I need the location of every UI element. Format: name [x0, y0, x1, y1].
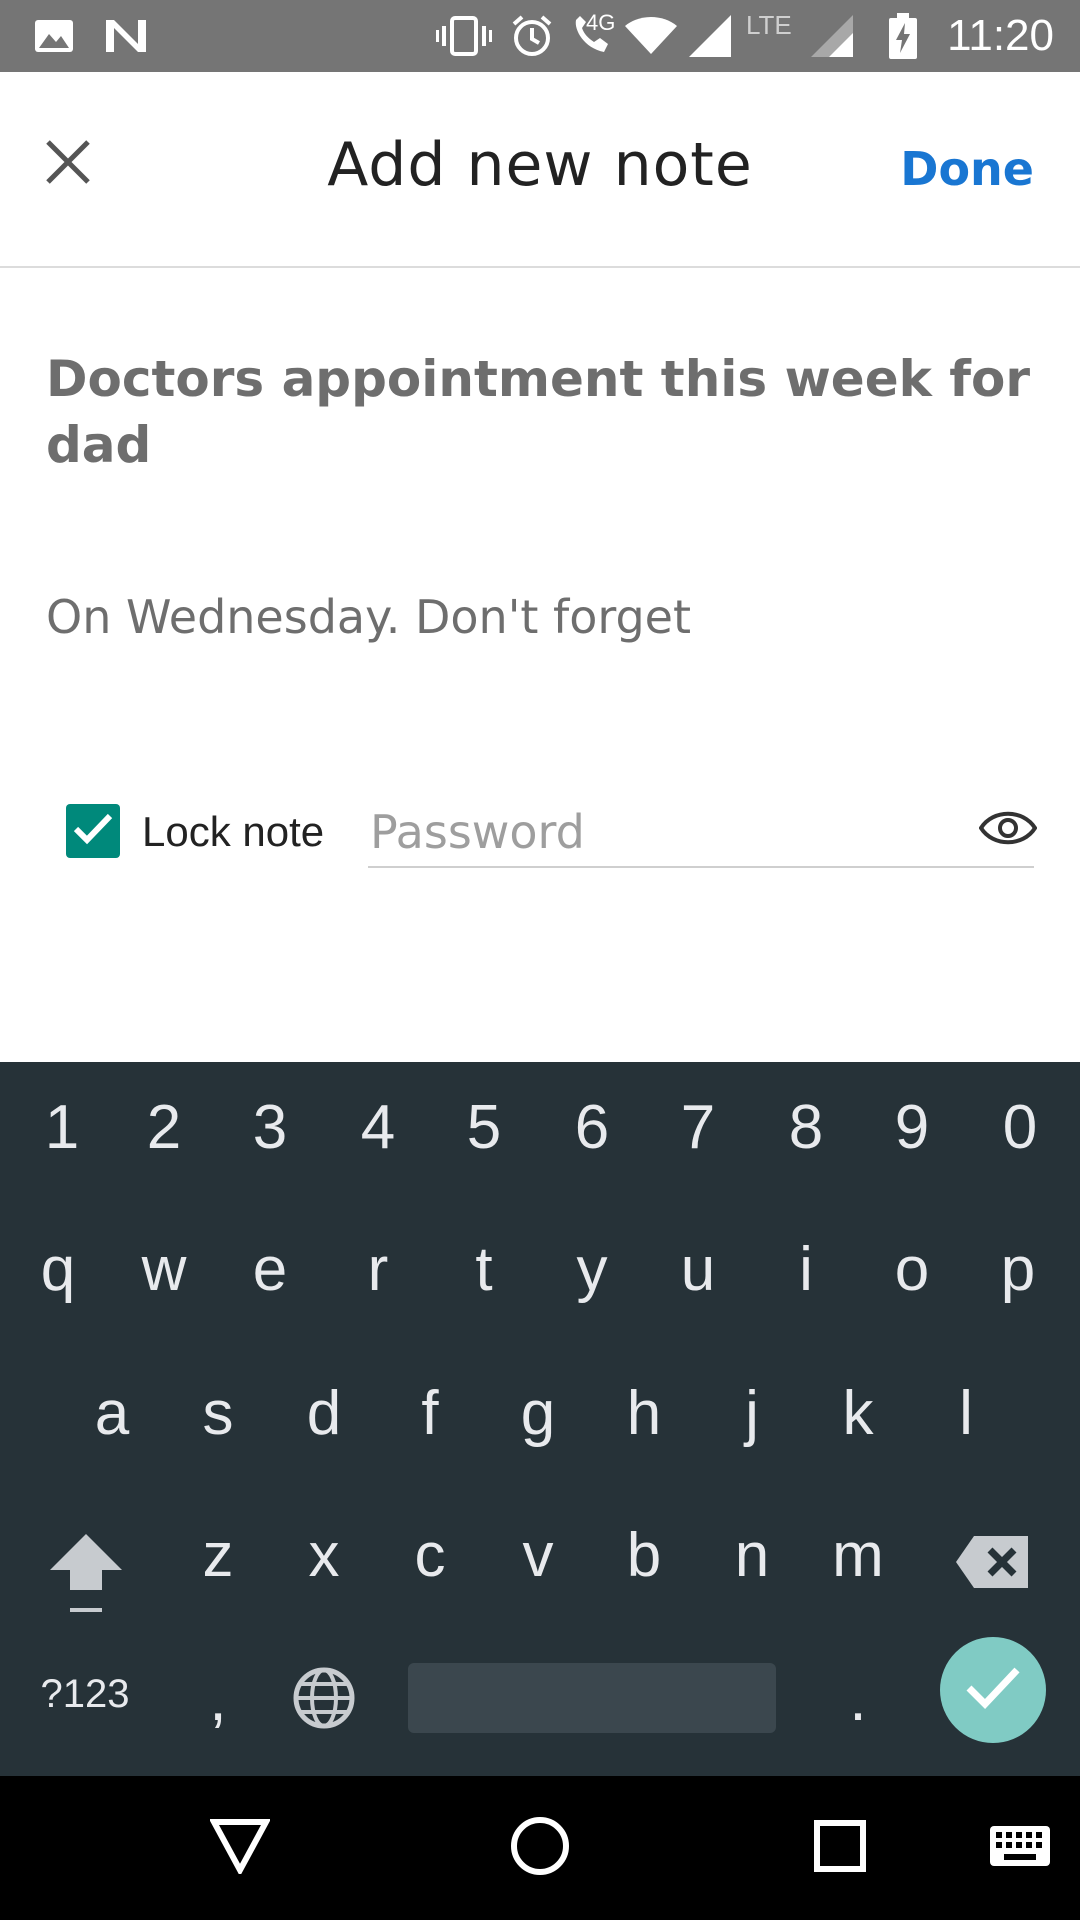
app-bar: Add new note Done — [0, 72, 1080, 268]
key-0[interactable]: 0 — [972, 1092, 1068, 1163]
key-r[interactable]: r — [330, 1234, 426, 1305]
key-s[interactable]: s — [170, 1378, 266, 1449]
key-i[interactable]: i — [758, 1234, 854, 1305]
note-title-field[interactable]: Doctors appointment this week for dad — [46, 346, 1036, 478]
back-icon — [208, 1818, 272, 1878]
recents-icon — [814, 1820, 866, 1876]
key-q[interactable]: q — [10, 1234, 106, 1305]
check-icon — [73, 812, 113, 850]
key-p[interactable]: p — [970, 1234, 1066, 1305]
key-u[interactable]: u — [650, 1234, 746, 1305]
space-key[interactable] — [408, 1663, 776, 1733]
clock: 11:20 — [947, 11, 1054, 60]
network-label: 4G — [586, 10, 616, 35]
lte-signal-icon — [810, 0, 854, 72]
key-9[interactable]: 9 — [864, 1092, 960, 1163]
key-x[interactable]: x — [276, 1520, 372, 1591]
key-period[interactable]: . — [810, 1664, 906, 1735]
key-2[interactable]: 2 — [116, 1092, 212, 1163]
key-3[interactable]: 3 — [222, 1092, 318, 1163]
password-input[interactable] — [368, 798, 1034, 868]
key-7[interactable]: 7 — [650, 1092, 746, 1163]
key-c[interactable]: c — [382, 1520, 478, 1591]
keyboard-switch-icon — [988, 1824, 1052, 1872]
key-k[interactable]: k — [810, 1378, 906, 1449]
enter-check-icon — [965, 1666, 1021, 1714]
recents-button[interactable] — [800, 1776, 880, 1920]
key-6[interactable]: 6 — [544, 1092, 640, 1163]
key-m[interactable]: m — [810, 1520, 906, 1591]
key-comma[interactable]: , — [170, 1664, 266, 1735]
eye-icon — [978, 811, 1038, 849]
key-e[interactable]: e — [222, 1234, 318, 1305]
key-g[interactable]: g — [490, 1378, 586, 1449]
enter-key[interactable] — [940, 1637, 1046, 1743]
key-t[interactable]: t — [436, 1234, 532, 1305]
status-bar: 4G LTE 11:20 — [0, 0, 1080, 72]
home-icon — [510, 1816, 570, 1880]
key-l[interactable]: l — [918, 1378, 1014, 1449]
navigation-bar — [0, 1776, 1080, 1920]
key-f[interactable]: f — [382, 1378, 478, 1449]
shift-key[interactable] — [44, 1520, 128, 1616]
shift-icon — [44, 1534, 128, 1620]
wifi-icon — [624, 0, 678, 72]
key-w[interactable]: w — [116, 1234, 212, 1305]
n-logo-icon — [104, 0, 148, 72]
key-a[interactable]: a — [64, 1378, 160, 1449]
backspace-icon — [954, 1536, 1032, 1598]
toggle-password-visibility-button[interactable] — [976, 804, 1040, 856]
key-8[interactable]: 8 — [758, 1092, 854, 1163]
language-key[interactable] — [292, 1666, 356, 1730]
back-button[interactable] — [200, 1776, 280, 1920]
key-y[interactable]: y — [544, 1234, 640, 1305]
alarm-icon — [508, 0, 556, 72]
backspace-key[interactable] — [954, 1530, 1032, 1594]
image-icon — [34, 0, 74, 72]
key-h[interactable]: h — [596, 1378, 692, 1449]
globe-icon — [292, 1667, 356, 1734]
key-z[interactable]: z — [170, 1520, 266, 1591]
signal-icon — [688, 0, 732, 72]
key-1[interactable]: 1 — [14, 1092, 110, 1163]
key-b[interactable]: b — [596, 1520, 692, 1591]
key-d[interactable]: d — [276, 1378, 372, 1449]
symbols-key[interactable]: ?123 — [30, 1672, 140, 1717]
lock-note-checkbox[interactable] — [66, 804, 120, 858]
key-4[interactable]: 4 — [330, 1092, 426, 1163]
key-v[interactable]: v — [490, 1520, 586, 1591]
keyboard-switch-button[interactable] — [984, 1776, 1056, 1920]
lte-label: LTE — [746, 10, 792, 40]
key-5[interactable]: 5 — [436, 1092, 532, 1163]
key-o[interactable]: o — [864, 1234, 960, 1305]
key-j[interactable]: j — [704, 1378, 800, 1449]
home-button[interactable] — [500, 1776, 580, 1920]
lock-note-label: Lock note — [142, 808, 325, 855]
done-button[interactable]: Done — [900, 142, 1034, 196]
key-n[interactable]: n — [704, 1520, 800, 1591]
note-body-field[interactable]: On Wednesday. Don't forget — [46, 590, 1036, 644]
battery-charging-icon — [888, 0, 918, 72]
vibrate-icon — [436, 0, 492, 72]
